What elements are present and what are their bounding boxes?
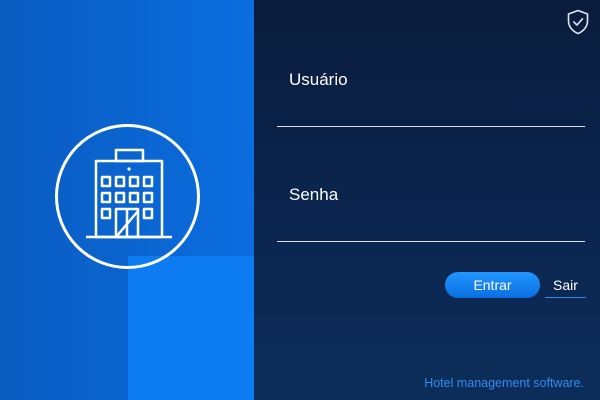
hotel-building-icon	[86, 148, 172, 239]
exit-button[interactable]: Sair	[545, 272, 586, 298]
footer-tagline: Hotel management software.	[424, 376, 584, 390]
password-label: Senha	[289, 185, 339, 204]
accent-band	[128, 256, 254, 400]
brand-panel	[0, 0, 254, 400]
username-label: Usuário	[289, 70, 348, 89]
password-input[interactable]	[277, 212, 585, 242]
shield-check-icon	[567, 9, 589, 35]
hotel-logo	[55, 124, 200, 269]
enter-button[interactable]: Entrar	[445, 272, 540, 298]
username-input[interactable]	[277, 97, 585, 127]
